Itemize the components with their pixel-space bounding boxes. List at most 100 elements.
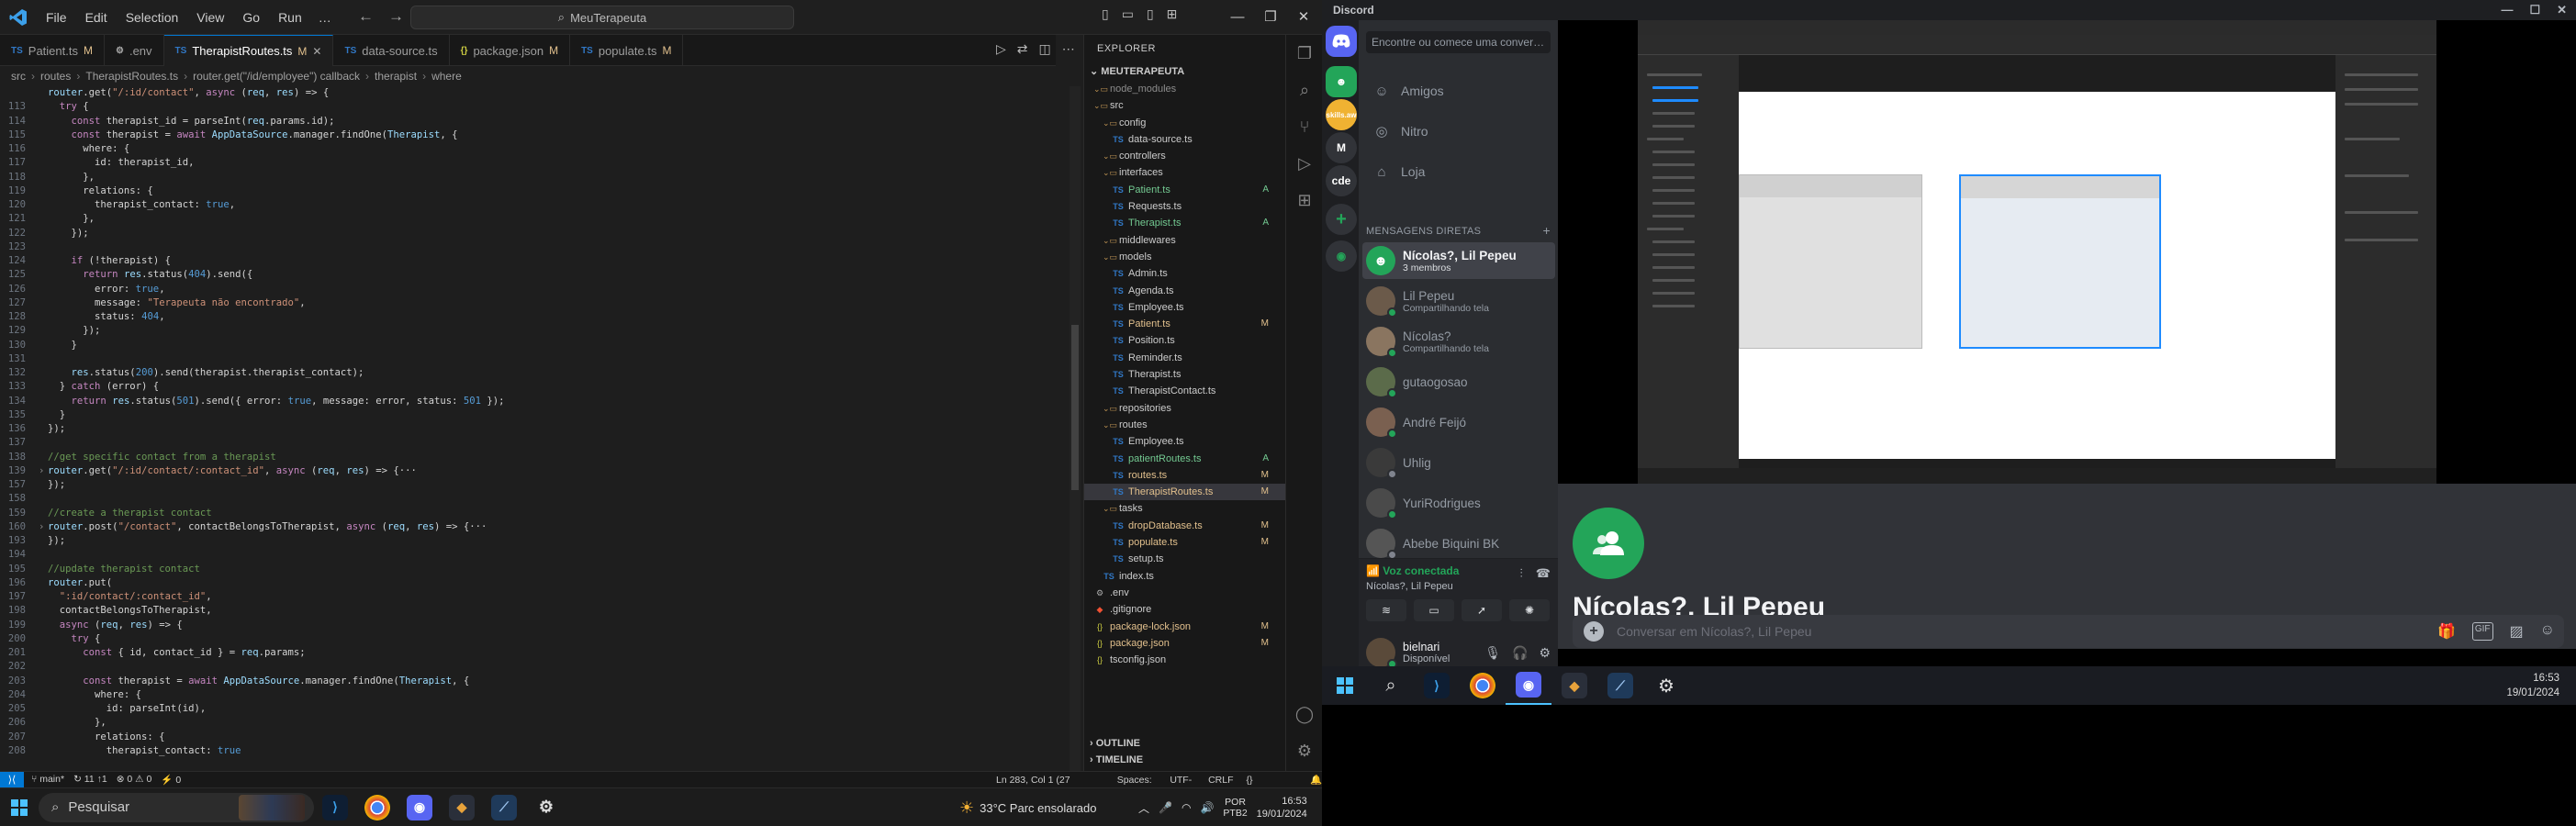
menu-item[interactable]: View: [187, 0, 233, 35]
problems-status[interactable]: ⊗ 0 ⚠ 0: [117, 774, 152, 786]
file-tree-item[interactable]: TS Patient.ts A: [1084, 182, 1285, 198]
file-tree-item[interactable]: {} package.json M: [1084, 635, 1285, 652]
file-tree-item[interactable]: ⌄▭ controllers: [1084, 148, 1285, 164]
file-tree-item[interactable]: TS Therapist.ts: [1084, 366, 1285, 383]
run-debug-icon[interactable]: ▷: [1286, 145, 1323, 182]
close-icon[interactable]: ✕: [1287, 0, 1320, 35]
taskbar-settings[interactable]: ⚙: [525, 788, 567, 826]
start-button[interactable]: [0, 788, 39, 826]
outline-section[interactable]: › OUTLINE: [1084, 734, 1286, 753]
fold-gutter[interactable]: [39, 408, 48, 422]
explore-servers-icon[interactable]: ◉: [1326, 240, 1357, 272]
fold-gutter[interactable]: [39, 507, 48, 520]
fold-gutter[interactable]: [39, 227, 48, 240]
forward-arrow-icon[interactable]: →: [388, 7, 404, 26]
toggle-secondary-sidebar-icon[interactable]: ▯: [1147, 6, 1154, 22]
fold-gutter[interactable]: ›: [39, 464, 48, 478]
fold-gutter[interactable]: [39, 380, 48, 394]
ports-status[interactable]: ⚡ 0: [161, 774, 181, 786]
file-tree-item[interactable]: ⌄▭ src: [1084, 97, 1285, 114]
file-tree-item[interactable]: TS patientRoutes.ts A: [1084, 451, 1285, 467]
fold-gutter[interactable]: [39, 100, 48, 114]
breadcrumb-item[interactable]: router.get("/id/employee") callback: [193, 70, 360, 83]
dm-item[interactable]: Lil Pepeu Compartilhando tela: [1362, 283, 1555, 319]
account-icon[interactable]: ◯: [1286, 696, 1323, 732]
file-tree-item[interactable]: ⌄▭ node_modules: [1084, 81, 1285, 97]
split-editor-icon[interactable]: ◫: [1039, 41, 1051, 57]
file-tree-item[interactable]: TS routes.ts M: [1084, 467, 1285, 484]
fold-gutter[interactable]: [39, 576, 48, 590]
fold-gutter[interactable]: [39, 675, 48, 688]
file-tree-item[interactable]: TS populate.ts M: [1084, 534, 1285, 551]
fold-gutter[interactable]: [39, 632, 48, 646]
menu-item[interactable]: …: [311, 0, 339, 35]
gift-icon[interactable]: 🎁: [2437, 622, 2456, 641]
deafen-headphones-icon[interactable]: 🎧: [1512, 645, 1528, 661]
breadcrumb-item[interactable]: where: [431, 70, 462, 83]
menu-item[interactable]: Go: [233, 0, 269, 35]
taskbar-search-button[interactable]: ⌕: [1368, 666, 1414, 705]
fold-gutter[interactable]: [39, 212, 48, 226]
find-conversation-input[interactable]: Encontre ou comece uma conver…: [1366, 31, 1551, 53]
fold-gutter[interactable]: [39, 184, 48, 198]
file-tree-item[interactable]: ⌄▭ tasks: [1084, 500, 1285, 517]
fold-gutter[interactable]: [39, 604, 48, 618]
editor-tab[interactable]: TS TherapistRoutes.ts M ✕: [163, 35, 334, 66]
voice-channel[interactable]: Nícolas?, Lil Pepeu: [1366, 581, 1453, 592]
file-tree-item[interactable]: TS setup.ts: [1084, 551, 1285, 567]
taskbar-app-diamond[interactable]: ◆: [1551, 666, 1597, 705]
server-icon[interactable]: [1326, 26, 1357, 57]
dm-item[interactable]: Uhlig: [1362, 444, 1555, 481]
file-tree-item[interactable]: TS Agenda.ts: [1084, 283, 1285, 299]
taskbar-chrome[interactable]: [356, 788, 398, 826]
server-icon[interactable]: cde: [1326, 165, 1357, 196]
fold-gutter[interactable]: [39, 352, 48, 366]
file-tree-item[interactable]: TS Employee.ts: [1084, 299, 1285, 316]
taskbar-discord[interactable]: ◉: [398, 788, 441, 826]
editor-tab[interactable]: TS populate.ts M: [570, 35, 684, 66]
minimize-icon[interactable]: —: [2501, 0, 2513, 20]
voice-activity-icon[interactable]: ⫶: [1520, 566, 1523, 581]
emoji-icon[interactable]: ☺: [2540, 622, 2555, 641]
fold-gutter[interactable]: [39, 128, 48, 142]
remote-icon[interactable]: ⟩⟨: [0, 771, 24, 788]
file-tree-item[interactable]: TS Employee.ts: [1084, 433, 1285, 450]
taskbar-vscode[interactable]: ⟩: [314, 788, 356, 826]
fold-gutter[interactable]: [39, 171, 48, 184]
file-tree-item[interactable]: ⚙ .env: [1084, 585, 1285, 601]
nav-shop[interactable]: ⌂ Loja: [1366, 156, 1551, 187]
fold-gutter[interactable]: [39, 142, 48, 156]
taskbar-chrome[interactable]: [1460, 666, 1506, 705]
message-input-bar[interactable]: + Conversar em Nícolas?, Lil Pepeu 🎁 GIF…: [1573, 615, 2564, 648]
fold-gutter[interactable]: [39, 156, 48, 170]
file-tree-item[interactable]: TS Requests.ts: [1084, 198, 1285, 215]
screen-share-icon[interactable]: ▭: [1414, 599, 1454, 621]
fold-gutter[interactable]: [39, 688, 48, 702]
mute-microphone-icon[interactable]: 🎙: [1484, 645, 1501, 661]
editor-scrollbar[interactable]: [1070, 86, 1081, 771]
fold-gutter[interactable]: [39, 240, 48, 254]
fold-gutter[interactable]: [39, 254, 48, 268]
fold-gutter[interactable]: [39, 646, 48, 660]
taskbar-app-terminal[interactable]: ⟋: [483, 788, 525, 826]
menu-item[interactable]: Edit: [76, 0, 117, 35]
file-tree-item[interactable]: TS TherapistRoutes.ts M: [1084, 484, 1285, 501]
wifi-icon[interactable]: ◠: [1182, 801, 1191, 814]
fold-gutter[interactable]: [39, 310, 48, 324]
fold-gutter[interactable]: [39, 534, 48, 548]
editor-tab[interactable]: {} package.json M: [450, 35, 571, 66]
dm-item[interactable]: gutaogosao: [1362, 363, 1555, 400]
sticker-icon[interactable]: ▨: [2510, 622, 2524, 641]
toggle-panel-icon[interactable]: ▭: [1122, 6, 1134, 22]
extensions-icon[interactable]: ⊞: [1286, 182, 1323, 218]
fold-gutter[interactable]: [39, 395, 48, 408]
volume-icon[interactable]: 🔊: [1200, 801, 1214, 814]
start-button[interactable]: [1322, 666, 1368, 705]
minimize-icon[interactable]: —: [1221, 0, 1254, 35]
file-tree-item[interactable]: ⌄▭ middlewares: [1084, 232, 1285, 249]
close-icon[interactable]: ✕: [2557, 0, 2567, 20]
fold-gutter[interactable]: [39, 716, 48, 730]
project-folder[interactable]: ⌄ MEUTERAPEUTA: [1084, 62, 1285, 81]
explorer-icon[interactable]: ❐: [1286, 35, 1323, 72]
file-tree-item[interactable]: {} package-lock.json M: [1084, 619, 1285, 635]
